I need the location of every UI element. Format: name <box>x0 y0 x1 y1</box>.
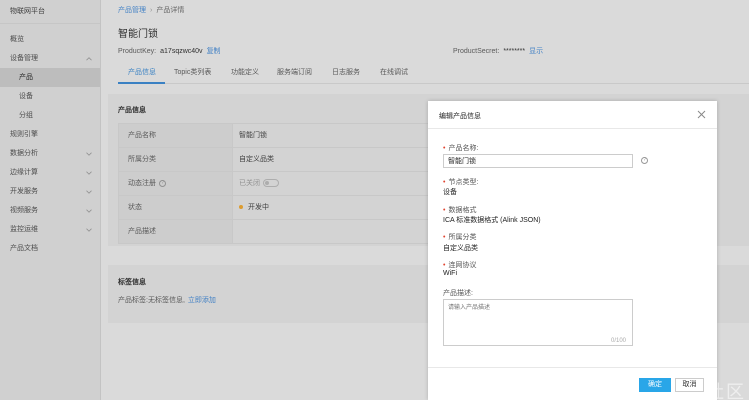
node-type-label: • 节点类型: <box>443 177 478 187</box>
node-type-label-text: 节点类型: <box>448 179 479 186</box>
name-label: • 产品名称: <box>443 143 478 153</box>
data-format-label-text: 数据格式 <box>448 207 477 214</box>
required-marker: • <box>443 179 446 186</box>
network-label: • 连网协议 <box>443 260 476 270</box>
confirm-button[interactable]: 确定 <box>639 378 671 392</box>
node-type-value: 设备 <box>443 189 457 196</box>
category-label: • 所属分类 <box>443 232 476 242</box>
data-format-label: • 数据格式 <box>443 205 476 215</box>
description-label: 产品描述: <box>443 290 473 297</box>
name-label-text: 产品名称: <box>448 145 479 152</box>
dialog-title: 编辑产品信息 <box>439 113 481 120</box>
help-icon[interactable]: ? <box>641 157 648 164</box>
required-marker: • <box>443 207 446 214</box>
required-marker: • <box>443 262 446 269</box>
category-label-text: 所属分类 <box>448 234 477 241</box>
watermark: 社区 <box>706 382 746 400</box>
dialog-header: 编辑产品信息 <box>428 101 717 129</box>
edit-product-dialog: 编辑产品信息 •产品名称: ? •节点类型: 设备 •数据格式 ICA 标准数据… <box>428 101 717 400</box>
product-name-input[interactable] <box>443 154 633 168</box>
network-value: WiFi <box>443 270 457 277</box>
description-textarea[interactable] <box>443 299 633 346</box>
category-value: 自定义品类 <box>443 245 478 252</box>
required-marker: • <box>443 234 446 241</box>
required-marker: • <box>443 145 446 152</box>
description-counter: 0/100 <box>611 338 627 344</box>
data-format-value: ICA 标准数据格式 (Alink JSON) <box>443 217 541 224</box>
network-label-text: 连网协议 <box>448 262 477 269</box>
close-icon[interactable] <box>697 110 706 119</box>
